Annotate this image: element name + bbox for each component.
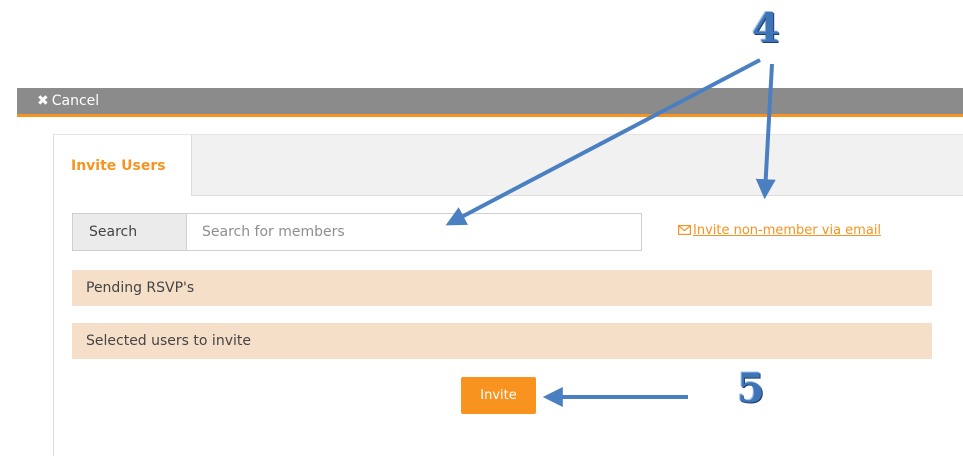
selected-users-section: Selected users to invite: [72, 323, 932, 359]
search-addon-label: Search: [72, 213, 186, 251]
cancel-label: Cancel: [51, 93, 100, 109]
invite-email-label: Invite non-member via email: [693, 223, 882, 238]
tab-invite-users[interactable]: Invite Users: [54, 135, 192, 196]
envelope-icon: [678, 225, 691, 235]
search-input[interactable]: [186, 213, 642, 251]
dialog-titlebar: ✖ Cancel: [17, 88, 963, 117]
cancel-button[interactable]: ✖ Cancel: [37, 91, 99, 111]
annotation-step-4: 4: [752, 5, 780, 52]
invite-dialog: Invite Users Search Invite non-member vi…: [53, 134, 963, 456]
invite-button[interactable]: Invite: [461, 377, 536, 414]
invite-email-link[interactable]: Invite non-member via email: [678, 223, 881, 238]
search-group: Search: [72, 213, 644, 251]
annotation-step-5: 5: [737, 365, 765, 412]
tab-strip: Invite Users: [54, 135, 963, 196]
close-icon: ✖: [37, 93, 49, 109]
pending-rsvps-section: Pending RSVP's: [72, 270, 932, 306]
